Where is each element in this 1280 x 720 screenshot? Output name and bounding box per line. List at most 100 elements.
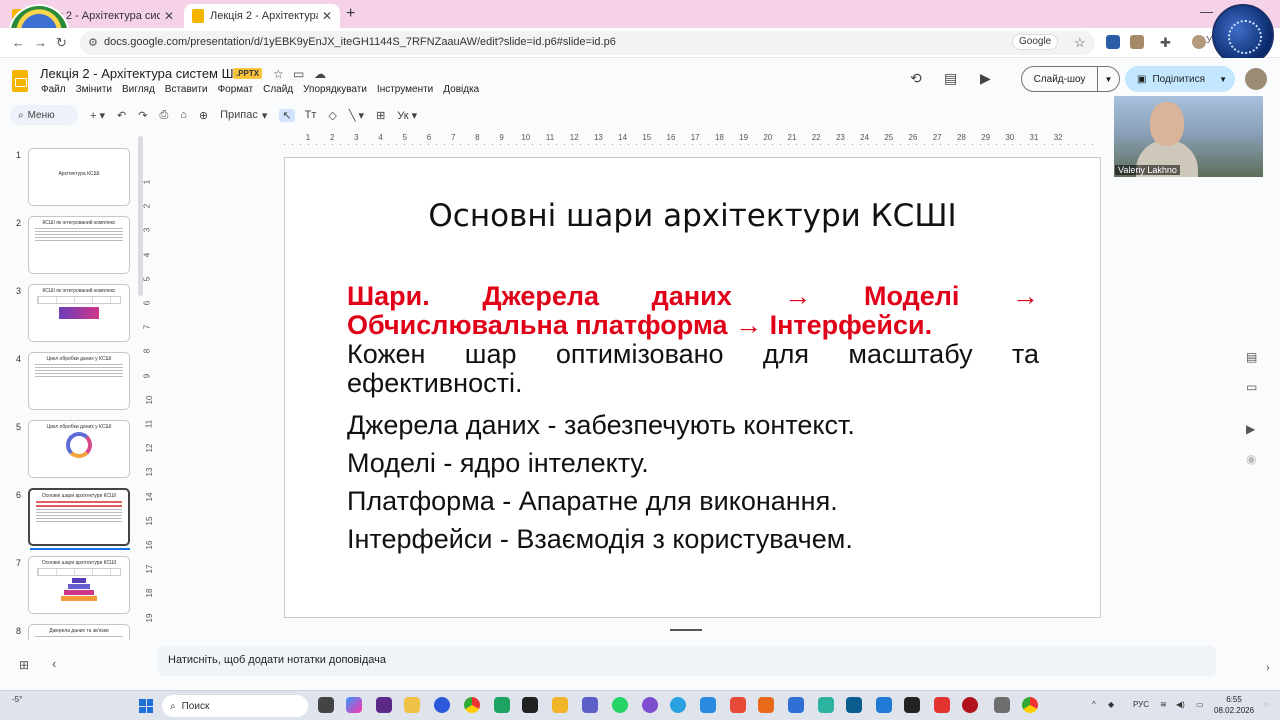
viber-icon[interactable]	[642, 697, 658, 713]
task-view-icon[interactable]	[318, 697, 334, 713]
app-icon[interactable]	[376, 697, 392, 713]
star-icon[interactable]: ☆	[273, 67, 284, 81]
version-history-icon[interactable]: ⟲	[910, 70, 922, 87]
menu-insert[interactable]: Вставити	[165, 84, 208, 95]
slide-title[interactable]: Основні шари архітектури КСШІ	[285, 198, 1100, 234]
system-clock[interactable]: 6:55 08.02.2026	[1214, 694, 1254, 716]
app-icon[interactable]	[846, 697, 862, 713]
slide-thumbnail-5[interactable]: Цикл обробки даних у КСШІ	[28, 420, 130, 478]
menu-help[interactable]: Довідка	[443, 84, 479, 95]
keep-notes-icon[interactable]: ▤	[1246, 350, 1257, 364]
menu-edit[interactable]: Змінити	[76, 84, 112, 95]
app-icon[interactable]	[700, 697, 716, 713]
app-icon[interactable]	[758, 697, 774, 713]
share-button[interactable]: ▣ Поділитися ▼	[1125, 66, 1235, 92]
menu-tools[interactable]: Інструменти	[377, 84, 433, 95]
slide-thumbnail-7[interactable]: Основні шари архітектури КСШІ	[28, 556, 130, 614]
folder-icon[interactable]: ▭	[1246, 380, 1257, 394]
slide-thumbnail-2[interactable]: КСШІ як інтегрований комплекс	[28, 216, 130, 274]
slide-thumbnail-3[interactable]: КСШІ як інтегрований комплекс	[28, 284, 130, 342]
telegram-icon[interactable]	[670, 697, 686, 713]
menu-search[interactable]: ⌕ Меню	[10, 105, 78, 125]
input-tools-icon[interactable]: Ук ▾	[397, 109, 417, 122]
paint-format-icon[interactable]: ⌂	[180, 109, 187, 121]
redo-icon[interactable]: ↷	[138, 109, 147, 122]
forward-arrow-icon[interactable]: →	[34, 35, 47, 50]
slide-thumbnail-6-selected[interactable]: Основні шари архітектури КСШІ	[28, 488, 130, 546]
notification-icon[interactable]: ◌	[1264, 700, 1269, 709]
new-slide-icon[interactable]: + ▾	[90, 109, 105, 122]
site-settings-icon[interactable]: ⚙	[88, 36, 98, 49]
line-tool-icon[interactable]: ╲ ▾	[349, 109, 364, 122]
taskbar-search[interactable]: ⌕ Поиск	[162, 695, 308, 717]
notes-resize-handle[interactable]	[670, 629, 702, 631]
menu-arrange[interactable]: Упорядкувати	[303, 84, 367, 95]
cloud-status-icon[interactable]: ☁	[314, 67, 326, 81]
windows-start-icon[interactable]	[139, 699, 153, 713]
app-icon[interactable]	[962, 697, 978, 713]
document-title[interactable]: Лекція 2 - Архітектура систем ШІ	[40, 66, 237, 81]
select-tool-icon[interactable]: ↖	[279, 108, 295, 122]
zoom-select[interactable]: Припас	[220, 109, 258, 121]
grid-view-icon[interactable]: ⊞	[19, 658, 29, 672]
slideshow-button[interactable]: Слайд-шоу ▼	[1021, 66, 1120, 92]
menu-format[interactable]: Формат	[218, 84, 254, 95]
wifi-icon[interactable]: ≋	[1160, 700, 1167, 709]
teams-icon[interactable]	[582, 697, 598, 713]
addon-icon[interactable]: ◉	[1246, 452, 1256, 466]
move-folder-icon[interactable]: ▭	[293, 67, 304, 81]
word-icon[interactable]	[788, 697, 804, 713]
avatar[interactable]	[1245, 68, 1267, 90]
tray-chevron-icon[interactable]: ^	[1092, 700, 1096, 709]
filmstrip-scrollbar[interactable]	[138, 136, 143, 296]
slide-body-text[interactable]: Шари. Джерела даних → Моделі → Обчислюва…	[347, 282, 1039, 558]
browser-tab-2-active[interactable]: Лекція 2 - Архітектура систем ✕	[184, 4, 340, 28]
close-tab-icon[interactable]: ✕	[322, 9, 332, 23]
collapse-filmstrip-icon[interactable]: ‹	[52, 656, 56, 671]
folder-app-icon[interactable]	[552, 697, 568, 713]
app-icon[interactable]	[494, 697, 510, 713]
input-language[interactable]: РУС	[1133, 700, 1149, 709]
app-icon[interactable]	[994, 697, 1010, 713]
terminal-icon[interactable]	[904, 697, 920, 713]
avatar[interactable]	[1192, 35, 1206, 49]
zoom-icon[interactable]: ⊕	[199, 109, 208, 122]
menu-view[interactable]: Вигляд	[122, 84, 155, 95]
expand-side-panel-icon[interactable]: ›	[1266, 662, 1270, 674]
back-arrow-icon[interactable]: ←	[12, 35, 25, 50]
shape-icon[interactable]: ◇	[328, 109, 336, 122]
slide-thumbnail-8[interactable]: Джерела даних та зв'язки	[28, 624, 130, 640]
bookmark-star-icon[interactable]: ☆	[1074, 35, 1086, 51]
close-tab-icon[interactable]: ✕	[164, 9, 174, 23]
undo-icon[interactable]: ↶	[117, 109, 126, 122]
tasks-icon[interactable]: ▶	[1246, 422, 1255, 436]
extension-b-icon[interactable]	[1130, 35, 1144, 49]
tray-app-icon[interactable]: ◆	[1108, 700, 1114, 709]
weather-widget[interactable]: -5°	[12, 695, 22, 704]
menu-file[interactable]: Файл	[41, 84, 66, 95]
text-box-icon[interactable]: Tт	[305, 109, 317, 121]
slide-canvas[interactable]: Основні шари архітектури КСШІ Шари. Джер…	[284, 157, 1101, 618]
copilot-icon[interactable]	[346, 697, 362, 713]
app-icon[interactable]	[522, 697, 538, 713]
file-explorer-icon[interactable]	[404, 697, 420, 713]
print-icon[interactable]: ⎙	[159, 109, 168, 122]
chevron-down-icon[interactable]: ▼	[1097, 67, 1119, 91]
comments-icon[interactable]: ▤	[944, 70, 957, 87]
video-call-tile[interactable]: Valeriy Lakhno	[1114, 96, 1263, 177]
vscode-icon[interactable]	[876, 697, 892, 713]
slide-thumbnail-1[interactable]: Архітектура КСШІ	[28, 148, 130, 206]
app-icon[interactable]	[934, 697, 950, 713]
chevron-down-icon[interactable]: ▼	[1219, 75, 1227, 84]
speaker-notes-field[interactable]: Натисніть, щоб додати нотатки доповідача	[158, 646, 1216, 676]
slide-thumbnail-4[interactable]: Цикл обробки даних у КСШІ	[28, 352, 130, 410]
google-slides-logo-icon[interactable]	[12, 70, 28, 92]
comment-add-icon[interactable]: ⊞	[376, 109, 385, 122]
url-field[interactable]: ⚙ docs.google.com/presentation/d/1yEBK9y…	[80, 31, 1095, 55]
chevron-down-icon[interactable]: ▾	[262, 109, 268, 122]
extension-a-icon[interactable]	[1106, 35, 1120, 49]
search-engine-chip[interactable]: Google	[1012, 34, 1059, 50]
new-tab-button[interactable]: +	[346, 5, 355, 23]
zoom-app-icon[interactable]	[434, 697, 450, 713]
reload-icon[interactable]: ↻	[56, 35, 67, 51]
